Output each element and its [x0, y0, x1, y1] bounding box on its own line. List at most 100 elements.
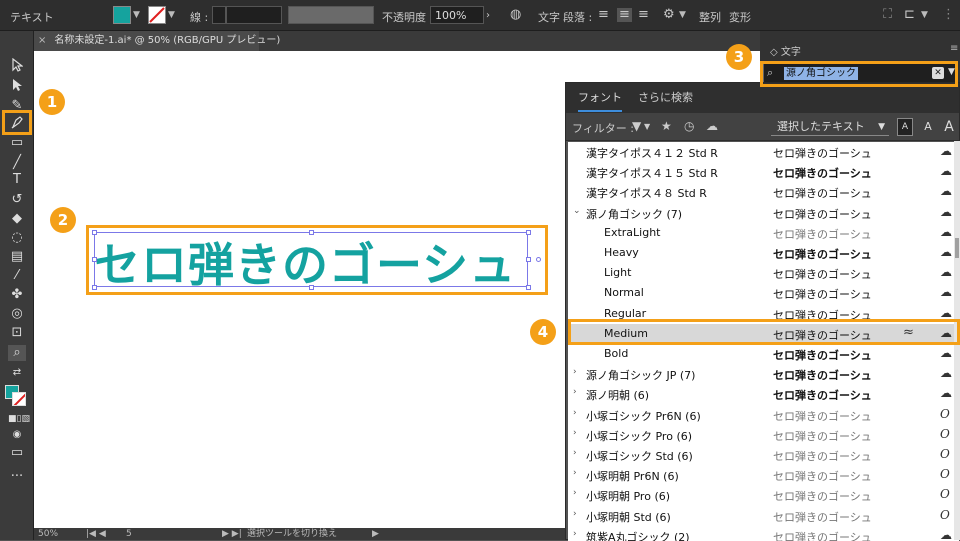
color-mode-icons[interactable]: ■▯▧	[8, 411, 30, 427]
expand-chevron-icon[interactable]: ›	[573, 428, 577, 438]
font-row[interactable]: › 小塚明朝 Std (6) セロ弾きのゴーシュ 𝑂	[568, 506, 959, 526]
sample-size-small-button[interactable]: A	[897, 118, 913, 136]
lasso-tool-icon[interactable]: ◌	[8, 230, 26, 246]
brush-definition[interactable]	[288, 6, 374, 24]
stroke-swatch[interactable]	[148, 6, 166, 24]
paragraph-link[interactable]: 段落 :	[563, 9, 592, 25]
eyedropper-tool-icon[interactable]: ⁄	[8, 268, 26, 284]
callout-highlight-3	[760, 61, 958, 87]
expand-chevron-icon[interactable]: ›	[573, 387, 577, 397]
align-left-icon[interactable]: ≡	[598, 8, 609, 22]
shape-builder-tool-icon[interactable]: ◎	[8, 306, 26, 322]
font-row[interactable]: 漢字タイポス４８ Std R セロ弾きのゴーシュ ☁	[568, 182, 959, 202]
direct-selection-tool-icon[interactable]	[8, 78, 26, 94]
swap-fill-stroke-icon[interactable]: ⇄	[8, 365, 26, 381]
recent-clock-icon[interactable]: ◷	[684, 119, 694, 133]
sample-text-dropdown[interactable]: 選択したテキスト ▼	[771, 118, 889, 136]
tab-find-more[interactable]: さらに検索	[638, 83, 693, 113]
font-row[interactable]: Light セロ弾きのゴーシュ ☁	[568, 263, 959, 283]
transform-link[interactable]: 変形	[729, 9, 751, 25]
expand-chevron-icon[interactable]: ›	[573, 408, 577, 418]
opacity-label: 不透明度 :	[382, 11, 434, 24]
eraser-tool-icon[interactable]: ◆	[8, 211, 26, 227]
tab-fonts[interactable]: フォント	[578, 83, 622, 112]
screen-mode-icon[interactable]: ▭	[8, 445, 26, 461]
more-options-icon[interactable]: ⋮	[942, 8, 955, 22]
puppet-warp-icon[interactable]: ⚙	[663, 8, 675, 22]
zoom-tool-icon[interactable]: ⌕	[8, 345, 26, 361]
expand-chevron-icon[interactable]: ›	[573, 448, 577, 458]
chevron-right-icon[interactable]: ›	[486, 9, 490, 23]
brush-tool-icon[interactable]: ╱	[8, 155, 26, 171]
font-row[interactable]: 漢字タイポス４１２ Std R セロ弾きのゴーシュ ☁	[568, 142, 959, 162]
font-row[interactable]: Heavy セロ弾きのゴーシュ ☁	[568, 243, 959, 263]
font-row[interactable]: › 筑紫A丸ゴシック (2) セロ弾きのゴーシュ ☁	[568, 526, 959, 541]
expand-chevron-icon[interactable]: ›	[573, 367, 577, 377]
expand-chevron-icon[interactable]: ›	[573, 509, 577, 519]
chevron-down-icon[interactable]: ▼	[644, 122, 650, 131]
align-right-icon[interactable]: ≡	[638, 8, 649, 22]
sample-size-medium-button[interactable]: A	[920, 118, 936, 136]
stroke-weight-field[interactable]	[226, 6, 282, 24]
font-row[interactable]: › 源ノ角ゴシック JP (7) セロ弾きのゴーシュ ☁	[568, 364, 959, 384]
isolate-icon[interactable]: ⛶	[883, 8, 892, 22]
font-row[interactable]: › 小塚ゴシック Pr6N (6) セロ弾きのゴーシュ 𝑂	[568, 405, 959, 425]
callout-badge-3: 3	[726, 44, 752, 70]
favorites-star-icon[interactable]: ★	[661, 119, 672, 133]
font-list-scroll-thumb[interactable]	[955, 238, 959, 258]
align-center-icon[interactable]: ≡	[617, 8, 632, 22]
rectangle-tool-icon[interactable]: ▭	[8, 135, 26, 151]
font-name: 源ノ明朝 (6)	[586, 389, 650, 403]
expand-chevron-icon[interactable]: ›	[573, 529, 577, 539]
rotate-tool-icon[interactable]: ↺	[8, 192, 26, 208]
first-artboard-icon[interactable]: |◀ ◀	[86, 528, 106, 540]
arrange-icon[interactable]: ⊏	[904, 8, 915, 22]
chevron-down-icon[interactable]: ▼	[921, 10, 928, 20]
font-row[interactable]: › 小塚ゴシック Std (6) セロ弾きのゴーシュ 𝑂	[568, 445, 959, 465]
font-row[interactable]: ExtraLight セロ弾きのゴーシュ ☁	[568, 223, 959, 243]
fill-swatch[interactable]	[113, 6, 131, 24]
type-tool-icon[interactable]: T	[8, 172, 26, 188]
font-row[interactable]: › 小塚明朝 Pro (6) セロ弾きのゴーシュ 𝑂	[568, 485, 959, 505]
artboard-tool-icon[interactable]: ⊡	[8, 325, 26, 341]
font-row[interactable]: Normal セロ弾きのゴーシュ ☁	[568, 283, 959, 303]
gradient-tool-icon[interactable]: ▤	[8, 249, 26, 265]
font-row[interactable]: › 源ノ明朝 (6) セロ弾きのゴーシュ ☁	[568, 384, 959, 404]
font-row[interactable]: Bold セロ弾きのゴーシュ ☁	[568, 344, 959, 364]
status-menu-icon[interactable]: ▶	[372, 528, 379, 540]
zoom-level[interactable]: 50%	[38, 528, 58, 540]
callout-highlight-2	[86, 225, 548, 295]
character-panel-title: ◇ 文字	[770, 47, 801, 58]
sample-size-large-button[interactable]: A	[941, 118, 957, 136]
chevron-down-icon[interactable]: ▼	[168, 10, 175, 20]
panel-menu-icon[interactable]: ≡	[950, 43, 958, 54]
opentype-icon: 𝑂	[940, 426, 950, 441]
font-row[interactable]: 漢字タイポス４１５ Std R セロ弾きのゴーシュ ☁	[568, 162, 959, 182]
chevron-down-icon[interactable]: ▼	[133, 10, 140, 20]
expand-chevron-icon[interactable]: ›	[573, 488, 577, 498]
selection-tool-icon[interactable]	[8, 58, 26, 74]
next-artboard-icon[interactable]: ▶ ▶|	[222, 528, 242, 540]
cloud-sync-icon: ☁	[940, 224, 952, 239]
symbol-sprayer-tool-icon[interactable]: ✤	[8, 287, 26, 303]
close-icon[interactable]: ×	[38, 35, 46, 46]
character-link[interactable]: 文字	[538, 9, 560, 25]
activated-fonts-icon[interactable]: ☁	[706, 119, 718, 133]
mode-label: テキスト	[10, 11, 54, 24]
collapse-chevron-icon[interactable]: ⌄	[573, 206, 581, 216]
stroke-stepper[interactable]	[212, 6, 226, 24]
chevron-down-icon[interactable]: ▼	[679, 10, 686, 20]
stroke-color-swatch[interactable]	[12, 392, 26, 406]
draw-mode-icon[interactable]: ◉	[8, 427, 26, 443]
font-row[interactable]: › 小塚ゴシック Pro (6) セロ弾きのゴーシュ 𝑂	[568, 425, 959, 445]
recolor-icon[interactable]: ◍	[510, 8, 521, 22]
font-row[interactable]: ⌄ 源ノ角ゴシック (7) セロ弾きのゴーシュ ☁	[568, 203, 959, 223]
more-tools-icon[interactable]: ···	[8, 469, 26, 485]
opacity-field[interactable]: 100%	[430, 6, 484, 24]
artboard-number[interactable]: 5	[126, 528, 132, 540]
document-tab[interactable]: × 名称未設定-1.ai* @ 50% (RGB/GPU プレビュー)	[34, 31, 280, 51]
font-row[interactable]: › 小塚明朝 Pr6N (6) セロ弾きのゴーシュ 𝑂	[568, 465, 959, 485]
expand-chevron-icon[interactable]: ›	[573, 468, 577, 478]
filter-classification-icon[interactable]: ▼	[632, 119, 641, 133]
align-link[interactable]: 整列	[699, 9, 721, 25]
